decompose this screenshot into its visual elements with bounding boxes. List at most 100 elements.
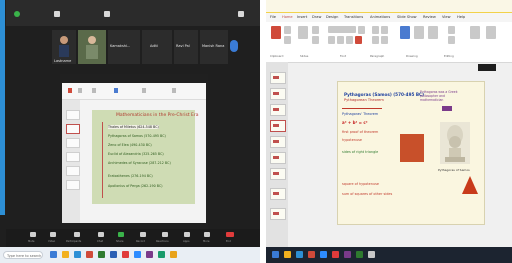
menu-transitions[interactable]: Transitions bbox=[344, 15, 363, 19]
excel-icon[interactable] bbox=[98, 251, 105, 258]
shapes-icon[interactable] bbox=[400, 26, 410, 39]
slide-thumbnail[interactable] bbox=[270, 104, 286, 116]
powerpoint-icon[interactable] bbox=[86, 251, 93, 258]
menu-review[interactable]: Review bbox=[423, 15, 436, 19]
menu-home[interactable]: Home bbox=[282, 15, 293, 19]
new-slide-icon[interactable] bbox=[78, 88, 82, 93]
participant-tile[interactable]: Ravi Pal bbox=[174, 30, 198, 64]
chrome-icon[interactable] bbox=[332, 251, 339, 258]
menu-slide-show[interactable]: Slide Show bbox=[397, 15, 417, 19]
font-color-icon[interactable] bbox=[355, 36, 362, 44]
reset-icon[interactable] bbox=[312, 36, 319, 44]
slide-thumbnail[interactable] bbox=[270, 188, 286, 200]
app-icon[interactable] bbox=[158, 251, 165, 258]
slide-thumbnail[interactable] bbox=[66, 138, 80, 148]
more-icon[interactable] bbox=[204, 232, 210, 237]
italic-icon[interactable] bbox=[337, 36, 344, 44]
zoom-icon[interactable] bbox=[134, 251, 141, 258]
app-icon[interactable] bbox=[368, 251, 375, 258]
slide-thumbnail[interactable] bbox=[270, 208, 286, 220]
file-explorer-icon[interactable] bbox=[62, 251, 69, 258]
taskbar-search-box[interactable]: Type here to search bbox=[3, 251, 43, 259]
menu-help[interactable]: Help bbox=[457, 15, 465, 19]
participant-tile[interactable]: Manish Rana bbox=[200, 30, 228, 64]
find-icon[interactable] bbox=[448, 26, 455, 34]
menu-view[interactable]: View bbox=[442, 15, 451, 19]
windows-start-icon[interactable] bbox=[272, 251, 279, 258]
underline-icon[interactable] bbox=[346, 36, 353, 44]
slide-thumbnail[interactable] bbox=[270, 120, 286, 132]
arrange-icon[interactable] bbox=[414, 26, 424, 39]
edge-icon[interactable] bbox=[296, 251, 303, 258]
slide-thumbnail[interactable] bbox=[270, 152, 286, 164]
chat-icon[interactable] bbox=[98, 232, 104, 237]
record-icon[interactable] bbox=[104, 11, 110, 17]
share-icon[interactable] bbox=[118, 232, 124, 237]
teams-icon[interactable] bbox=[344, 251, 351, 258]
align-center-icon[interactable] bbox=[381, 36, 388, 44]
font-name-dropdown[interactable] bbox=[328, 26, 356, 33]
video-icon[interactable] bbox=[50, 232, 56, 237]
slide-thumbnail[interactable] bbox=[270, 72, 286, 84]
slide-canvas[interactable]: Mathematicians in the Pre-Christ Era Tha… bbox=[92, 110, 199, 204]
slide-thumbnail[interactable] bbox=[66, 180, 80, 190]
participant-tile[interactable]: Lastname bbox=[52, 30, 76, 64]
quick-styles-icon[interactable] bbox=[428, 26, 438, 39]
cut-icon[interactable] bbox=[284, 26, 291, 34]
zoom-icon[interactable] bbox=[320, 251, 327, 258]
slide-canvas[interactable]: Pythagoras (Samos) (570-495 BC) Pythagor… bbox=[338, 82, 484, 224]
replace-icon[interactable] bbox=[448, 36, 455, 44]
numbering-icon[interactable] bbox=[381, 26, 388, 34]
slide-thumbnail[interactable] bbox=[66, 110, 80, 120]
slide-thumbnail[interactable] bbox=[270, 136, 286, 148]
paste-icon[interactable] bbox=[271, 26, 281, 39]
reactions-icon[interactable] bbox=[162, 232, 168, 237]
shapes-icon[interactable] bbox=[142, 88, 146, 93]
slide-thumbnail[interactable] bbox=[66, 152, 80, 162]
designer-icon[interactable] bbox=[486, 26, 496, 39]
font-icon[interactable] bbox=[92, 88, 96, 93]
view-icon[interactable] bbox=[54, 11, 60, 17]
participant-tile[interactable]: Kamakshi... bbox=[108, 30, 140, 64]
windows-start-icon[interactable] bbox=[50, 251, 57, 258]
participants-icon[interactable] bbox=[74, 232, 80, 237]
powerpoint-icon[interactable] bbox=[308, 251, 315, 258]
layout-icon[interactable] bbox=[312, 26, 319, 34]
menu-insert[interactable]: Insert bbox=[297, 15, 307, 19]
fullscreen-icon[interactable] bbox=[238, 11, 244, 17]
bold-icon[interactable] bbox=[328, 36, 335, 44]
mute-icon[interactable] bbox=[30, 232, 36, 237]
file-explorer-icon[interactable] bbox=[284, 251, 291, 258]
slide-thumbnail[interactable] bbox=[270, 88, 286, 100]
participant-tile[interactable] bbox=[78, 30, 106, 64]
teams-icon[interactable] bbox=[146, 251, 153, 258]
menu-draw[interactable]: Draw bbox=[312, 15, 321, 19]
font-size-dropdown[interactable] bbox=[358, 26, 365, 34]
menu-animations[interactable]: Animations bbox=[370, 15, 390, 19]
edge-icon[interactable] bbox=[74, 251, 81, 258]
slide-thumbnail[interactable] bbox=[66, 166, 80, 176]
record-button-icon[interactable] bbox=[140, 232, 146, 237]
dictate-icon[interactable] bbox=[470, 26, 480, 39]
menu-file[interactable]: File bbox=[270, 15, 276, 19]
paragraph-icon[interactable] bbox=[114, 88, 118, 93]
word-icon[interactable] bbox=[110, 251, 117, 258]
slide-thumbnail[interactable] bbox=[66, 124, 80, 134]
align-left-icon[interactable] bbox=[372, 36, 379, 44]
copy-icon[interactable] bbox=[284, 36, 291, 44]
paste-icon[interactable] bbox=[68, 88, 72, 93]
menu-design[interactable]: Design bbox=[326, 15, 338, 19]
apps-icon[interactable] bbox=[184, 232, 190, 237]
app-icon[interactable] bbox=[356, 251, 363, 258]
participant-tile[interactable]: Aditi bbox=[142, 30, 172, 64]
chrome-icon[interactable] bbox=[122, 251, 129, 258]
shield-icon[interactable] bbox=[14, 11, 20, 17]
find-icon[interactable] bbox=[172, 88, 176, 93]
new-slide-icon[interactable] bbox=[298, 26, 308, 39]
app-icon[interactable] bbox=[170, 251, 177, 258]
end-meeting-button[interactable] bbox=[226, 232, 234, 237]
meeting-indicator[interactable] bbox=[478, 64, 496, 71]
slide-thumbnail[interactable] bbox=[270, 168, 286, 180]
more-participants-icon[interactable] bbox=[230, 40, 238, 52]
bullets-icon[interactable] bbox=[372, 26, 379, 34]
